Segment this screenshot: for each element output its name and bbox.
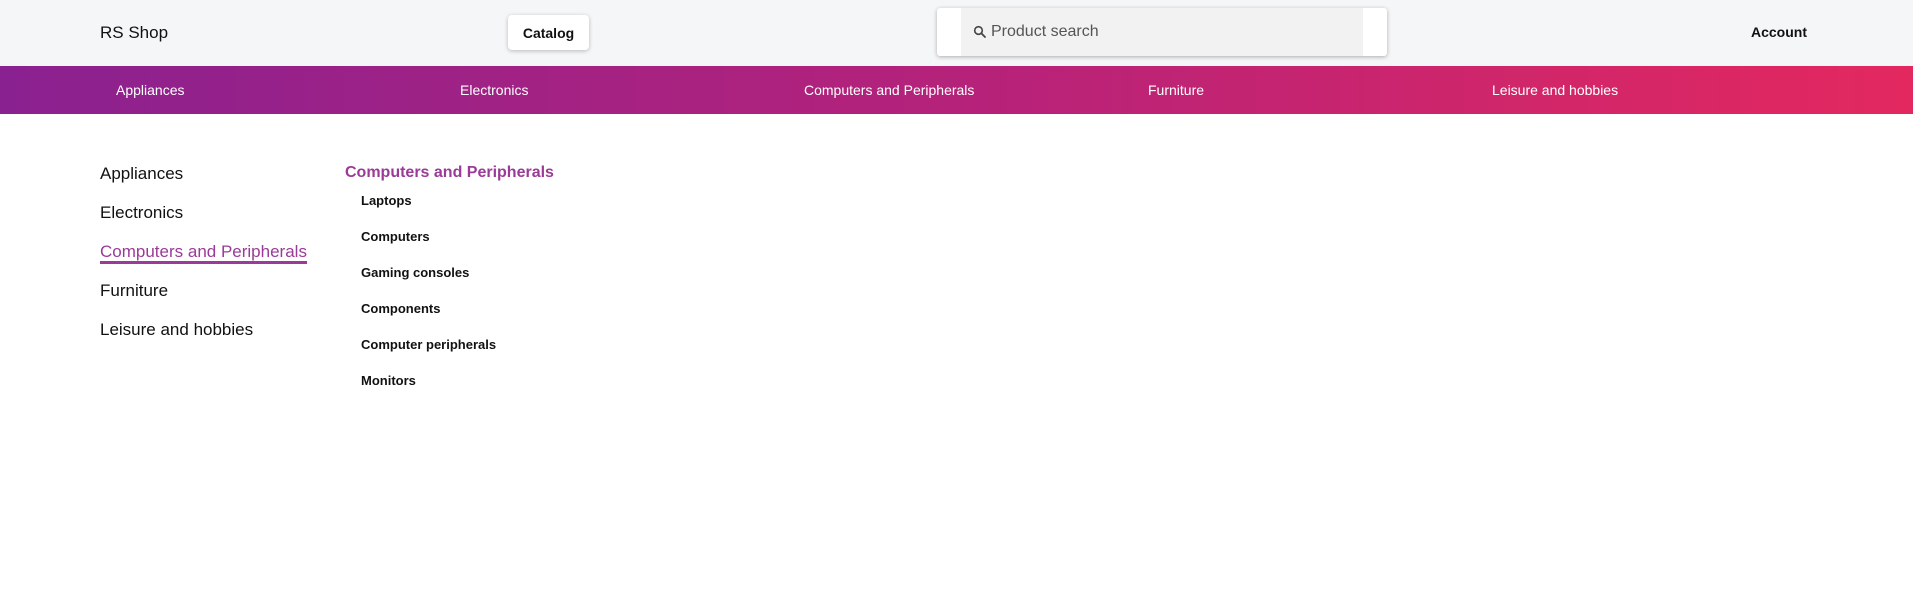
nav-item-electronics[interactable]: Electronics [460, 82, 528, 98]
subcategory-monitors[interactable]: Monitors [361, 373, 416, 388]
subcategory-computers[interactable]: Computers [361, 229, 430, 244]
account-link[interactable]: Account [1751, 24, 1807, 40]
category-appliances[interactable]: Appliances [100, 164, 183, 184]
nav-item-furniture[interactable]: Furniture [1148, 82, 1204, 98]
catalog-button[interactable]: Catalog [508, 15, 589, 50]
subcategory-laptops[interactable]: Laptops [361, 193, 412, 208]
search-input[interactable] [991, 20, 1351, 44]
search-icon [973, 25, 986, 38]
category-navbar: Appliances Electronics Computers and Per… [0, 66, 1913, 114]
nav-item-leisure-and-hobbies[interactable]: Leisure and hobbies [1492, 82, 1618, 98]
category-furniture[interactable]: Furniture [100, 281, 168, 301]
subcategory-gaming-consoles[interactable]: Gaming consoles [361, 265, 469, 280]
subcategory-computer-peripherals[interactable]: Computer peripherals [361, 337, 496, 352]
subcategory-components[interactable]: Components [361, 301, 440, 316]
shop-logo[interactable]: RS Shop [100, 23, 168, 43]
category-leisure-and-hobbies[interactable]: Leisure and hobbies [100, 320, 253, 340]
nav-item-appliances[interactable]: Appliances [116, 82, 185, 98]
category-electronics[interactable]: Electronics [100, 203, 183, 223]
search-box [937, 8, 1387, 56]
nav-item-computers-and-peripherals[interactable]: Computers and Peripherals [804, 82, 974, 98]
search-field[interactable] [961, 8, 1363, 56]
category-computers-and-peripherals[interactable]: Computers and Peripherals [100, 242, 307, 264]
subcategory-title: Computers and Peripherals [345, 164, 554, 181]
header: RS Shop Catalog Account [0, 0, 1913, 66]
